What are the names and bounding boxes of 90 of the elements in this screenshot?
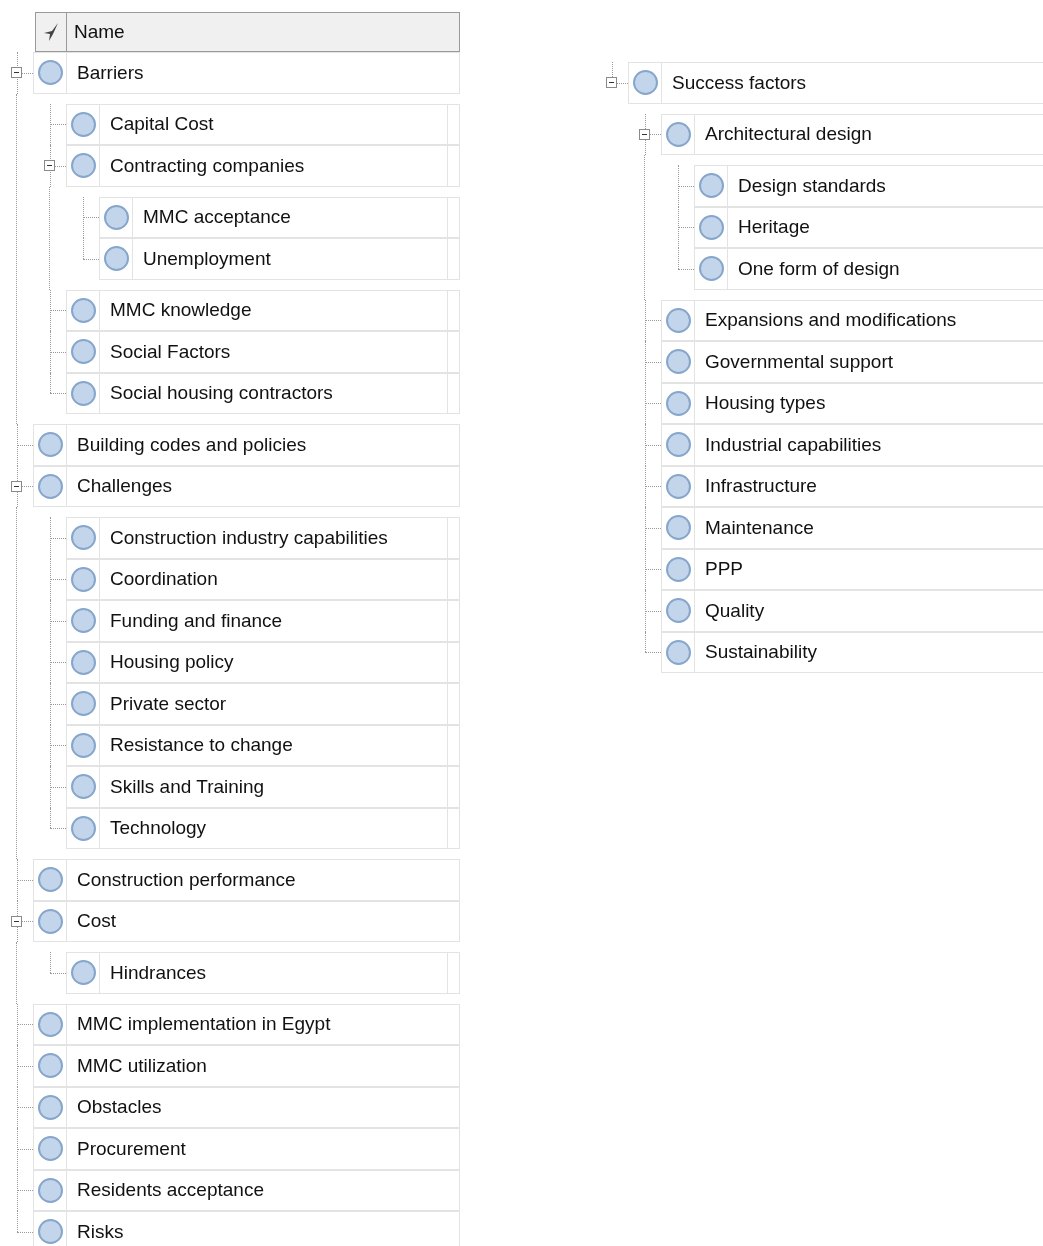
node-name: Challenges xyxy=(77,474,173,498)
tree-row[interactable]: Sustainability xyxy=(661,631,1043,673)
node-name: Infrastructure xyxy=(705,474,817,498)
tree-row[interactable]: Governmental support xyxy=(661,341,1043,383)
tree-row[interactable]: Cost xyxy=(33,900,460,942)
tree-row[interactable]: Hindrances xyxy=(66,952,460,994)
tree-row[interactable]: Quality xyxy=(661,590,1043,632)
node-name: Heritage xyxy=(738,215,810,239)
tree-row[interactable]: Procurement xyxy=(33,1128,460,1170)
node-name: PPP xyxy=(705,557,744,581)
node-name: Sustainability xyxy=(705,640,817,664)
node-name: Governmental support xyxy=(705,349,893,374)
tree-row[interactable]: Challenges xyxy=(33,465,460,507)
tree-row[interactable]: Skills and Training xyxy=(66,766,460,808)
tree-row[interactable]: Resistance to change xyxy=(66,724,460,766)
node-name: Skills and Training xyxy=(110,774,265,799)
node-name: Risks xyxy=(77,1219,124,1244)
node-name: Housing types xyxy=(705,391,826,415)
node-name: Success factors xyxy=(672,70,807,95)
node-name: Private sector xyxy=(110,691,227,716)
node-name: Procurement xyxy=(77,1136,186,1161)
tree-row[interactable]: Construction industry capabilities xyxy=(66,517,460,559)
collapse-toggle[interactable] xyxy=(11,915,22,927)
tree-row[interactable]: Contracting companies xyxy=(66,145,460,187)
node-name: Expansions and modifications xyxy=(705,308,957,332)
tree-row[interactable]: Unemployment xyxy=(99,238,460,280)
tree-row[interactable]: PPP xyxy=(661,548,1043,590)
tree-row[interactable]: MMC knowledge xyxy=(66,289,460,331)
collapse-toggle[interactable] xyxy=(11,67,22,79)
tree-row[interactable]: Technology xyxy=(66,807,460,849)
node-name: Capital Cost xyxy=(110,112,214,136)
tree-row[interactable]: Funding and finance xyxy=(66,600,460,642)
tree-row[interactable]: Capital Cost xyxy=(66,103,460,145)
tree-row[interactable]: Social housing contractors xyxy=(66,372,460,414)
tree-row[interactable]: One form of design xyxy=(694,248,1043,290)
column-title: Name xyxy=(74,19,125,44)
node-name: Design standards xyxy=(738,173,886,198)
node-name: Maintenance xyxy=(705,515,814,540)
node-name: Construction performance xyxy=(77,867,296,892)
node-name: Social housing contractors xyxy=(110,381,333,405)
tree-row[interactable]: Private sector xyxy=(66,683,460,725)
tree-row[interactable]: Barriers xyxy=(33,52,460,94)
collapse-toggle[interactable] xyxy=(606,77,617,89)
node-name: Residents acceptance xyxy=(77,1178,264,1202)
tree-row[interactable]: Building codes and policies xyxy=(33,424,460,466)
tree-row[interactable]: MMC acceptance xyxy=(99,196,460,238)
node-name: MMC utilization xyxy=(77,1053,207,1078)
node-name: Social Factors xyxy=(110,339,231,364)
node-name: Housing policy xyxy=(110,650,234,674)
tree-row[interactable]: MMC utilization xyxy=(33,1045,460,1087)
tree-row[interactable]: Industrial capabilities xyxy=(661,424,1043,466)
node-name: Contracting companies xyxy=(110,153,305,178)
tree-row[interactable]: Social Factors xyxy=(66,331,460,373)
tree-row[interactable]: Obstacles xyxy=(33,1086,460,1128)
tree-row[interactable]: Coordination xyxy=(66,558,460,600)
node-name: Unemployment xyxy=(143,246,271,271)
tree-row[interactable]: Housing policy xyxy=(66,641,460,683)
node-name: Architectural design xyxy=(705,122,872,146)
tree-row[interactable]: Architectural design xyxy=(661,113,1043,155)
node-name: Cost xyxy=(77,909,117,933)
node-name: Quality xyxy=(705,598,765,623)
node-name: Building codes and policies xyxy=(77,432,307,457)
node-name: Technology xyxy=(110,816,207,840)
collapse-toggle[interactable] xyxy=(44,160,55,172)
collapse-toggle[interactable] xyxy=(11,480,22,492)
node-name: One form of design xyxy=(738,256,900,281)
tree-row[interactable]: Risks xyxy=(33,1211,460,1246)
node-name: Barriers xyxy=(77,60,144,85)
tree-row[interactable]: Maintenance xyxy=(661,507,1043,549)
node-name: Resistance to change xyxy=(110,733,293,757)
tree-row[interactable]: Infrastructure xyxy=(661,465,1043,507)
tree-row[interactable]: Success factors xyxy=(628,62,1043,104)
tree-row[interactable]: MMC implementation in Egypt xyxy=(33,1003,460,1045)
tree-row[interactable]: Expansions and modifications xyxy=(661,299,1043,341)
node-name: Industrial capabilities xyxy=(705,432,882,457)
tree-row[interactable]: Heritage xyxy=(694,206,1043,248)
column-header[interactable]: Name xyxy=(35,12,460,52)
tree-row[interactable]: Design standards xyxy=(694,165,1043,207)
node-name: Funding and finance xyxy=(110,608,283,633)
node-name: Construction industry capabilities xyxy=(110,525,388,550)
collapse-toggle[interactable] xyxy=(639,128,650,140)
node-name: MMC knowledge xyxy=(110,298,252,322)
tree-row[interactable]: Residents acceptance xyxy=(33,1169,460,1211)
tree-row[interactable]: Construction performance xyxy=(33,859,460,901)
tree-row[interactable]: Housing types xyxy=(661,382,1043,424)
node-name: Hindrances xyxy=(110,960,207,985)
node-name: MMC acceptance xyxy=(143,205,291,229)
node-name: Obstacles xyxy=(77,1095,162,1119)
node-name: MMC implementation in Egypt xyxy=(77,1012,331,1036)
node-name: Coordination xyxy=(110,567,218,591)
